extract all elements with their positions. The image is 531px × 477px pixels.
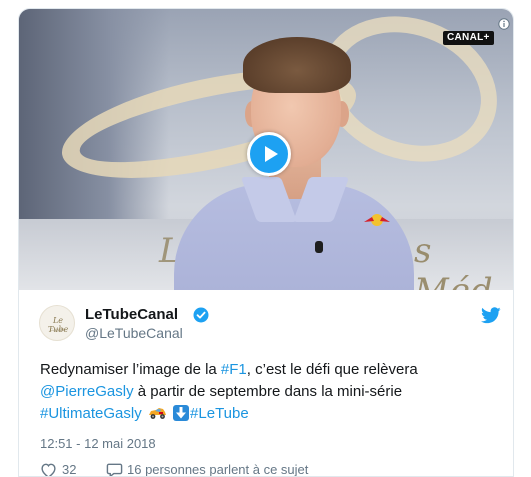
author-name[interactable]: LeTubeCanal bbox=[85, 306, 178, 323]
twitter-bird-icon[interactable] bbox=[481, 307, 501, 324]
play-button[interactable] bbox=[247, 132, 291, 176]
author-handle[interactable]: @LeTubeCanal bbox=[85, 325, 183, 341]
person-hair bbox=[243, 37, 351, 93]
speech-bubble-icon bbox=[106, 463, 123, 476]
tweet-author-row: Le Tube CANAL LeTubeCanal @LeTubeCanal bbox=[39, 305, 501, 345]
hashtag-link[interactable]: #F1 bbox=[221, 361, 247, 378]
verified-badge-icon bbox=[193, 307, 209, 323]
video-thumbnail[interactable]: L s Méd CANAL+ bbox=[19, 9, 513, 290]
mention-link[interactable]: @PierreGasly bbox=[40, 383, 134, 400]
conversation-count: 16 personnes parlent à ce sujet bbox=[127, 462, 309, 477]
down-arrow-emoji-icon bbox=[173, 405, 190, 421]
racing-car-emoji-icon bbox=[148, 408, 166, 419]
like-count: 32 bbox=[62, 462, 77, 477]
tweet-text-part: , c’est le défi que relèvera bbox=[246, 361, 418, 378]
channel-badge: CANAL+ bbox=[443, 31, 494, 45]
hashtag-link[interactable]: #LeTube bbox=[190, 405, 249, 422]
red-bull-logo-icon bbox=[364, 214, 390, 226]
tweet-text-part: à partir de septembre dans la mini-série bbox=[133, 383, 403, 400]
studio-backdrop-text: s Méd bbox=[414, 231, 493, 290]
heart-icon bbox=[41, 463, 56, 476]
tweet-text: Redynamiser l’image de la #F1, c’est le … bbox=[40, 359, 500, 425]
info-icon[interactable] bbox=[498, 18, 510, 30]
lapel-microphone bbox=[315, 241, 323, 253]
hashtag-link[interactable]: #UltimateGasly bbox=[40, 405, 142, 422]
tweet-timestamp[interactable]: 12:51 - 12 mai 2018 bbox=[40, 436, 156, 451]
person-shirt bbox=[174, 184, 414, 290]
play-icon bbox=[265, 146, 278, 162]
tweet-card: L s Méd CANAL+ Le Tube CA bbox=[18, 8, 514, 477]
tweet-actions: 32 16 personnes parlent à ce sujet bbox=[40, 461, 500, 477]
avatar[interactable]: Le Tube CANAL bbox=[39, 305, 75, 341]
tweet-text-part: Redynamiser l’image de la bbox=[40, 361, 221, 378]
avatar-logo-subtext: CANAL bbox=[50, 327, 66, 332]
